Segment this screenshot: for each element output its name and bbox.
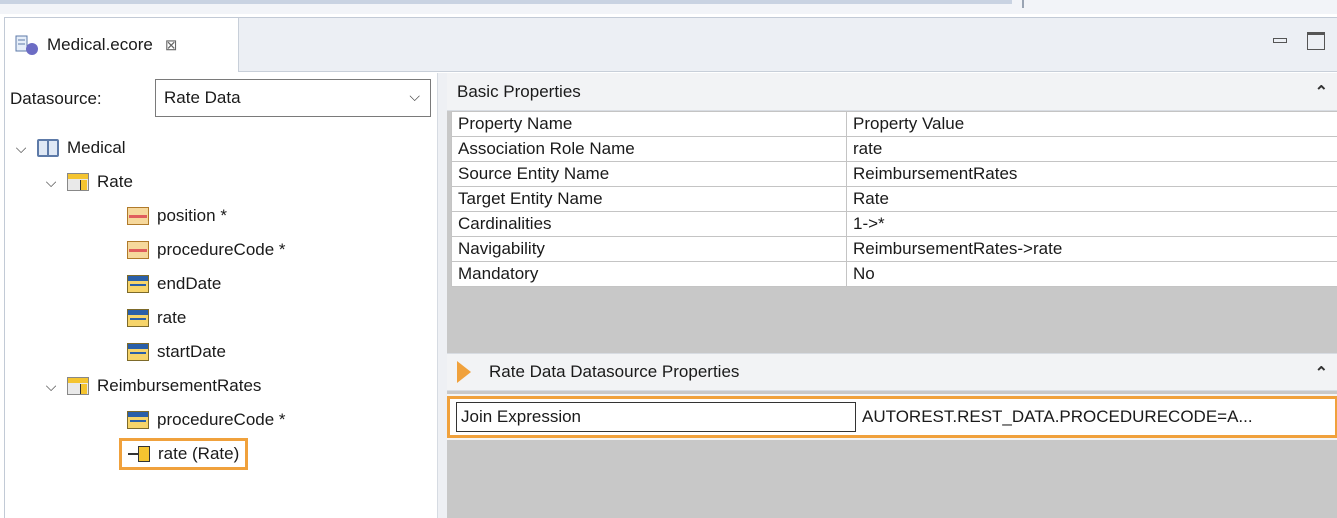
expand-icon[interactable]: ⌵ xyxy=(43,174,59,191)
join-expression-name: Join Expression xyxy=(456,402,856,432)
tree-panel: Datasource: Rate Data ⌵ ⌵ Medical ⌵ Rate… xyxy=(5,73,437,518)
section-title: Rate Data Datasource Properties xyxy=(489,362,740,381)
tree-item-label: procedureCode * xyxy=(157,410,286,429)
editor-view: Medical.ecore ⊠ Datasource: Rate Data ⌵ … xyxy=(4,17,1337,518)
tree-item-label: rate xyxy=(157,308,187,327)
top-tick xyxy=(1022,0,1024,8)
property-name: Mandatory xyxy=(451,261,847,287)
properties-panel: Basic Properties ⌃ Property Name Propert… xyxy=(447,73,1337,518)
table-row[interactable]: Navigability ReimbursementRates->rate xyxy=(451,236,1337,262)
attribute-icon xyxy=(127,309,149,327)
attribute-icon xyxy=(127,411,149,429)
join-expression-value[interactable]: AUTOREST.REST_DATA.PROCEDURECODE=A... xyxy=(862,407,1253,427)
close-icon[interactable]: ⊠ xyxy=(165,36,178,54)
entity-icon xyxy=(67,173,89,191)
tree-item-label: procedureCode * xyxy=(157,240,286,259)
expand-icon[interactable]: ⌵ xyxy=(43,378,59,395)
table-row[interactable]: Cardinalities 1->* xyxy=(451,211,1337,237)
property-value[interactable]: ReimbursementRates->rate xyxy=(846,236,1337,262)
view-controls xyxy=(1271,32,1325,50)
tree-item-position[interactable]: position * xyxy=(127,200,227,232)
section-title: Basic Properties xyxy=(457,81,581,101)
table-header-row: Property Name Property Value xyxy=(451,111,1337,137)
join-expression-row[interactable]: Join Expression AUTOREST.REST_DATA.PROCE… xyxy=(447,396,1337,438)
tab-label: Medical.ecore xyxy=(47,35,153,54)
property-name: Association Role Name xyxy=(451,136,847,162)
tab-medical-ecore[interactable]: Medical.ecore ⊠ xyxy=(5,18,239,72)
datasource-properties-body: Join Expression AUTOREST.REST_DATA.PROCE… xyxy=(447,394,1337,440)
attribute-icon xyxy=(127,343,149,361)
splitter[interactable] xyxy=(437,73,447,518)
attribute-icon xyxy=(127,275,149,293)
basic-properties-header[interactable]: Basic Properties ⌃ xyxy=(447,73,1337,111)
datasource-value: Rate Data xyxy=(164,88,241,107)
maximize-icon[interactable] xyxy=(1307,32,1325,50)
tree-item-label: Medical xyxy=(67,138,126,157)
key-attribute-icon xyxy=(127,207,149,225)
tree-item-label: ReimbursementRates xyxy=(97,376,262,395)
table-row[interactable]: Target Entity Name Rate xyxy=(451,186,1337,212)
tree-item-label: rate (Rate) xyxy=(158,444,240,463)
tree-item-label: position * xyxy=(157,206,227,225)
property-name: Cardinalities xyxy=(451,211,847,237)
column-header-value: Property Value xyxy=(846,111,1337,137)
tree-item-label: startDate xyxy=(157,342,226,361)
tree-item-rate[interactable]: rate xyxy=(127,302,186,334)
property-value[interactable]: Rate xyxy=(846,186,1337,212)
table-row[interactable]: Association Role Name rate xyxy=(451,136,1337,162)
key-attribute-icon xyxy=(127,241,149,259)
tree-item-reimbursementrates[interactable]: ⌵ ReimbursementRates xyxy=(43,370,261,402)
datasource-properties-header[interactable]: Rate Data Datasource Properties ⌃ xyxy=(447,353,1337,391)
property-value[interactable]: 1->* xyxy=(846,211,1337,237)
collapse-icon[interactable]: ⌃ xyxy=(1315,82,1328,102)
tree-item-label: Rate xyxy=(97,172,133,191)
tree-item-rate-entity[interactable]: ⌵ Rate xyxy=(43,166,133,198)
basic-properties-table: Property Name Property Value Association… xyxy=(451,111,1337,287)
chevron-down-icon[interactable]: ⌵ xyxy=(409,88,420,105)
property-value[interactable]: No xyxy=(846,261,1337,287)
collapse-icon[interactable]: ⌃ xyxy=(1315,363,1328,383)
tree-item-medical[interactable]: ⌵ Medical xyxy=(13,132,126,164)
tree-item-startdate[interactable]: startDate xyxy=(127,336,226,368)
top-scroll-bar xyxy=(0,0,1012,4)
top-strip xyxy=(0,0,1337,14)
book-icon xyxy=(37,139,59,157)
tree-item-procedurecode[interactable]: procedureCode * xyxy=(127,234,286,266)
expand-icon[interactable]: ⌵ xyxy=(13,140,29,157)
ecore-file-icon xyxy=(15,34,41,56)
property-value[interactable]: rate xyxy=(846,136,1337,162)
entity-icon xyxy=(67,377,89,395)
tab-bar: Medical.ecore ⊠ xyxy=(5,18,1337,72)
datasource-label: Datasource: xyxy=(10,89,102,108)
property-name: Source Entity Name xyxy=(451,161,847,187)
table-row[interactable]: Source Entity Name ReimbursementRates xyxy=(451,161,1337,187)
property-name: Navigability xyxy=(451,236,847,262)
column-header-name: Property Name xyxy=(451,111,847,137)
association-icon xyxy=(128,445,150,463)
chevron-right-icon[interactable] xyxy=(457,361,471,383)
tree-item-rate-association[interactable]: rate (Rate) xyxy=(119,438,249,470)
datasource-select[interactable]: Rate Data ⌵ xyxy=(155,79,431,117)
tree-item-reimb-procedurecode[interactable]: procedureCode * xyxy=(127,404,286,436)
property-name: Target Entity Name xyxy=(451,186,847,212)
tree-item-enddate[interactable]: endDate xyxy=(127,268,221,300)
property-value[interactable]: ReimbursementRates xyxy=(846,161,1337,187)
tree-item-label: endDate xyxy=(157,274,222,293)
table-row[interactable]: Mandatory No xyxy=(451,261,1337,287)
minimize-icon[interactable] xyxy=(1271,32,1289,50)
